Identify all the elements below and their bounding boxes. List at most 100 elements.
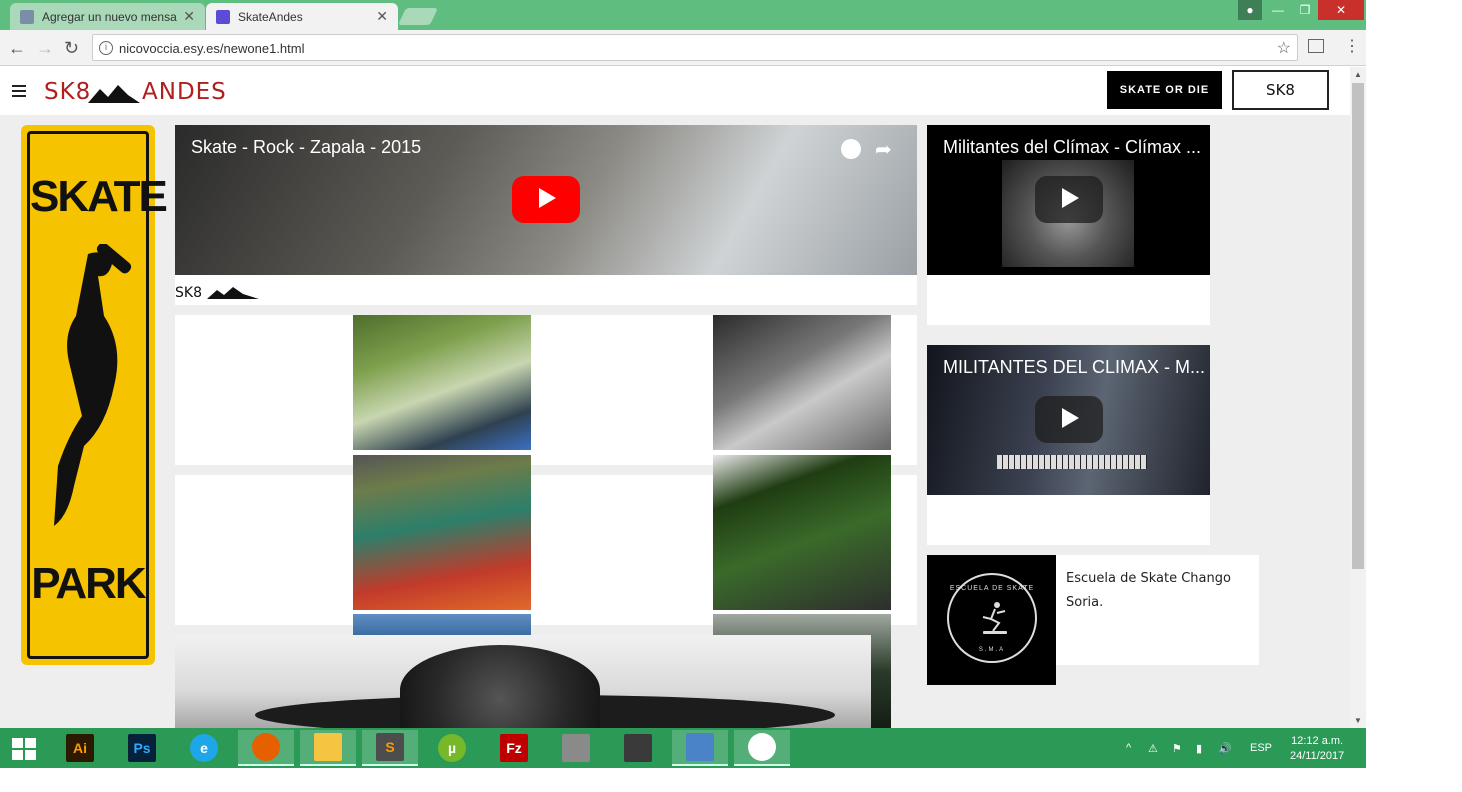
tab-agregar-mensaje[interactable]: Agregar un nuevo mensa ✕ — [10, 3, 205, 30]
escuela-description: Escuela de Skate Chango Soria. — [1066, 571, 1231, 610]
browser-toolbar: ← → ↻ i nicovoccia.esy.es/newone1.html ☆… — [0, 30, 1366, 66]
url-text[interactable]: nicovoccia.esy.es/newone1.html — [119, 41, 304, 56]
back-arrow-icon[interactable]: ← — [8, 38, 26, 59]
profile-icon[interactable]: ● — [1238, 0, 1262, 20]
taskbar-app-control-panel[interactable] — [672, 730, 728, 766]
skater-figure-icon — [982, 602, 1007, 634]
signal-icon[interactable]: ▮ — [1196, 742, 1202, 755]
video-caption-band — [927, 275, 1210, 325]
server-app-icon — [562, 734, 590, 762]
clock-date: 24/11/2017 — [1290, 750, 1345, 762]
taskbar-app-illustrator[interactable]: Ai — [52, 730, 108, 766]
escuela-logo: ESCUELA DE SKATE S.M.A — [927, 555, 1056, 685]
site-header: SK8 ANDES SKATE OR DIE SK8 — [0, 67, 1350, 115]
video-title[interactable]: Militantes del Clímax - Clímax ... — [943, 137, 1201, 158]
taskbar-app-filezilla[interactable]: Fz — [486, 730, 542, 766]
tab-close-icon[interactable]: ✕ — [183, 8, 195, 25]
photo-skater-air-forest[interactable] — [713, 455, 891, 610]
site-logo-left[interactable]: SK8 — [44, 79, 91, 105]
new-tab-button[interactable] — [398, 8, 438, 25]
bookmark-star-icon[interactable]: ☆ — [1277, 38, 1291, 58]
escuela-logo-subtext: S.M.A — [978, 647, 1006, 653]
close-window-button[interactable]: ✕ — [1318, 0, 1364, 20]
firefox-icon — [252, 733, 280, 761]
taskbar-app-sublime-text[interactable]: S — [362, 730, 418, 766]
tray-expand-icon[interactable]: ^ — [1126, 742, 1131, 754]
flag-icon[interactable]: ⚑ — [1172, 742, 1182, 755]
page-scrollbar[interactable]: ▲ ▼ — [1350, 67, 1366, 728]
reload-icon[interactable]: ↻ — [64, 38, 79, 59]
photo-skater-ollie-trees[interactable] — [353, 315, 531, 450]
tab-title: Agregar un nuevo mensa — [42, 10, 177, 24]
hamburger-menu-icon[interactable] — [12, 85, 26, 97]
photo-skater-gym-kickflip[interactable] — [353, 455, 531, 610]
skate-or-die-button[interactable]: SKATE OR DIE — [1107, 71, 1222, 109]
minimize-button[interactable]: — — [1264, 0, 1292, 20]
site-favicon-icon — [216, 10, 230, 24]
taskbar-app-photoshop[interactable]: Ps — [114, 730, 170, 766]
escuela-card[interactable]: ESCUELA DE SKATE S.M.A Escuela de Skate … — [927, 555, 1259, 685]
illustrator-icon: Ai — [66, 734, 94, 762]
watch-later-icon[interactable] — [841, 139, 861, 159]
restore-button[interactable]: ❐ — [1292, 0, 1318, 20]
sublime-text-icon: S — [376, 733, 404, 761]
forum-favicon-icon — [20, 10, 34, 24]
browser-tab-strip: Agregar un nuevo mensa ✕ SkateAndes ✕ ● … — [0, 0, 1366, 30]
language-indicator[interactable]: ESP — [1250, 742, 1272, 754]
network-warning-icon[interactable]: ⚠ — [1148, 742, 1158, 755]
utorrent-icon: µ — [438, 734, 466, 762]
cast-icon[interactable] — [1308, 39, 1324, 53]
taskbar-app-utorrent[interactable]: µ — [424, 730, 480, 766]
sign-word-skate: SKATE — [30, 172, 168, 221]
below-taskbar-area — [0, 768, 1462, 792]
video-embed-militantes-climax[interactable]: Militantes del Clímax - Clímax ... — [927, 125, 1210, 275]
escuela-logo-text: ESCUELA DE SKATE — [949, 585, 1035, 592]
screen: Agregar un nuevo mensa ✕ SkateAndes ✕ ● … — [0, 0, 1462, 792]
sk8-button[interactable]: SK8 — [1232, 70, 1329, 110]
gorilla-head — [400, 645, 600, 728]
taskbar-app-server-app[interactable] — [548, 730, 604, 766]
photo-skater-bw-grind[interactable] — [713, 315, 891, 450]
photo-gorilla-banner — [175, 635, 871, 728]
video-embed-militantes-del-climax[interactable]: MILITANTES DEL CLIMAX - M... — [927, 345, 1210, 495]
menu-dots-icon[interactable]: ⋮ — [1344, 36, 1360, 56]
file-explorer-icon — [314, 733, 342, 761]
page-viewport: SK8 ANDES SKATE OR DIE SK8 SKATE PARK Sk… — [0, 67, 1350, 728]
video-play-button[interactable] — [1035, 176, 1103, 223]
windows-start-icon[interactable] — [12, 738, 36, 760]
keyboard-instrument — [997, 455, 1147, 469]
control-panel-icon — [686, 733, 714, 761]
photoshop-icon: Ps — [128, 734, 156, 762]
site-logo-right[interactable]: ANDES — [142, 79, 227, 105]
scroll-down-icon[interactable]: ▼ — [1354, 716, 1362, 725]
video-embed-skate-rock-zapala[interactable]: Skate - Rock - Zapala - 2015 ➦ — [175, 125, 917, 275]
youtube-play-button[interactable] — [512, 176, 580, 223]
taskbar-app-wizard-app[interactable] — [610, 730, 666, 766]
scrollbar-thumb[interactable] — [1352, 83, 1364, 569]
info-icon[interactable]: i — [99, 41, 113, 55]
scroll-up-icon[interactable]: ▲ — [1354, 70, 1362, 79]
taskbar-app-file-explorer[interactable] — [300, 730, 356, 766]
video-caption-band — [927, 495, 1210, 545]
taskbar-app-chrome[interactable] — [734, 730, 790, 766]
mountains-logo-icon — [207, 287, 259, 299]
skate-park-sign-image: SKATE PARK — [21, 125, 168, 665]
taskbar-clock[interactable]: 12:12 a.m. 24/11/2017 — [1290, 734, 1344, 764]
forward-arrow-icon[interactable]: → — [36, 38, 54, 59]
video-title[interactable]: MILITANTES DEL CLIMAX - M... — [943, 357, 1205, 378]
taskbar-app-internet-explorer[interactable]: e — [176, 730, 232, 766]
share-icon[interactable]: ➦ — [875, 137, 892, 162]
chrome-icon — [748, 733, 776, 761]
windows-taskbar: Ai Ps e Sµ Fz ^ ⚠ ⚑ ▮ 🔊 ESP 12:12 a.m. 24/11… — [0, 728, 1366, 768]
volume-icon[interactable]: 🔊 — [1218, 742, 1232, 755]
wizard-app-icon — [624, 734, 652, 762]
video-play-button[interactable] — [1035, 396, 1103, 443]
video-title[interactable]: Skate - Rock - Zapala - 2015 — [191, 137, 421, 158]
sign-border: SKATE PARK — [27, 131, 168, 659]
tab-skateandes[interactable]: SkateAndes ✕ — [206, 3, 398, 30]
taskbar-app-firefox[interactable] — [238, 730, 294, 766]
address-bar[interactable]: i nicovoccia.esy.es/newone1.html ☆ — [92, 34, 1298, 61]
caption-band: SK8 — [175, 275, 917, 305]
tab-title: SkateAndes — [238, 10, 303, 24]
tab-close-icon[interactable]: ✕ — [376, 8, 388, 25]
